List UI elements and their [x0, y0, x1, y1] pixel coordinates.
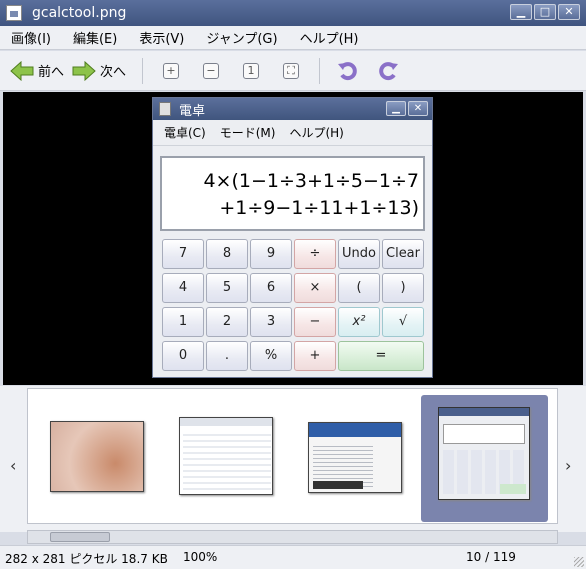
calculator-icon [159, 102, 171, 116]
scrollbar-thumb[interactable] [50, 532, 110, 542]
rotate-right-button[interactable] [377, 60, 399, 82]
prev-button[interactable]: 前へ [10, 60, 65, 81]
minimize-button[interactable]: ▁ [510, 4, 532, 20]
maximize-button[interactable]: □ [534, 4, 556, 20]
thumbnail-strip: ‹ › [0, 386, 586, 544]
key-equals: = [338, 341, 424, 371]
image-position: 10 / 119 [466, 550, 516, 564]
close-button[interactable]: ✕ [558, 4, 580, 20]
key-add: + [294, 341, 336, 371]
calculator-display: 4×(1−1÷3+1÷5−1÷7 +1÷9−1÷11+1÷13) [160, 156, 425, 231]
thumbnail-desktop[interactable] [50, 421, 144, 492]
key-9: 9 [250, 239, 292, 269]
menu-edit[interactable]: 編集(E) [62, 28, 128, 47]
zoom-level: 100% [183, 550, 218, 564]
menu-help[interactable]: ヘルプ(H) [289, 28, 370, 47]
key-square: x² [338, 307, 380, 337]
key-8: 8 [206, 239, 248, 269]
display-line-1: 4×(1−1÷3+1÷5−1÷7 [203, 170, 419, 192]
prev-label: 前へ [38, 65, 65, 80]
key-sqrt: √ [382, 307, 424, 337]
menu-go[interactable]: ジャンプ(G) [195, 28, 288, 47]
zoom-in-button[interactable]: + [160, 60, 182, 82]
zoom-in-icon: + [163, 62, 180, 79]
key-0: 0 [162, 341, 204, 371]
menu-view[interactable]: 表示(V) [128, 28, 195, 47]
rotate-right-icon [379, 61, 399, 80]
image-info: 282 x 281 ピクセル 18.7 KB [5, 552, 168, 566]
zoom-normal-button[interactable]: 1 [240, 60, 262, 82]
toolbar-separator [142, 57, 144, 84]
arrow-right-icon [72, 60, 96, 81]
menu-image[interactable]: 画像(I) [0, 28, 62, 47]
calculator-titlebar: 電卓 ▁ ✕ [153, 98, 432, 120]
key-clear: Clear [382, 239, 424, 269]
image-file-icon [6, 5, 22, 21]
key-3: 3 [250, 307, 292, 337]
key-multiply: × [294, 273, 336, 303]
calculator-close-button: ✕ [408, 101, 428, 116]
calculator-minimize-button: ▁ [386, 101, 406, 116]
zoom-fit-button[interactable]: ⛶ [280, 60, 302, 82]
key-5: 5 [206, 273, 248, 303]
zoom-out-button[interactable]: − [200, 60, 222, 82]
key-undo: Undo [338, 239, 380, 269]
calculator-menu-calc: 電卓(C) [164, 126, 206, 140]
calculator-title: 電卓 [179, 103, 206, 119]
window-title: gcalctool.png [32, 5, 127, 21]
thumbnail-file-manager[interactable] [179, 417, 273, 495]
key-left-paren: ( [338, 273, 380, 303]
key-6: 6 [250, 273, 292, 303]
key-2: 2 [206, 307, 248, 337]
toolbar: 前へ 次へ + − 1 ⛶ [0, 51, 586, 91]
key-percent: % [250, 341, 292, 371]
toolbar-separator [319, 57, 321, 84]
calculator-keypad: 7 8 9 ÷ Undo Clear 4 5 6 × ( ) 1 2 3 − x… [162, 239, 426, 371]
calculator-menu-help: ヘルプ(H) [289, 126, 344, 140]
menu-bar: 画像(I) 編集(E) 表示(V) ジャンプ(G) ヘルプ(H) [0, 26, 586, 50]
resize-grip[interactable] [574, 557, 584, 567]
zoom-out-icon: − [203, 62, 220, 79]
calculator-menu-mode: モード(M) [219, 126, 276, 140]
zoom-fit-icon: ⛶ [283, 62, 300, 79]
key-subtract: − [294, 307, 336, 337]
calculator-menu-bar: 電卓(C) モード(M) ヘルプ(H) [153, 120, 432, 146]
key-right-paren: ) [382, 273, 424, 303]
rotate-left-icon [338, 61, 357, 80]
key-divide: ÷ [294, 239, 336, 269]
window-titlebar: gcalctool.png ▁ □ ✕ [0, 0, 586, 26]
chevron-left-icon[interactable]: ‹ [10, 456, 16, 475]
key-7: 7 [162, 239, 204, 269]
status-bar: 282 x 281 ピクセル 18.7 KB 100% 10 / 119 [0, 545, 586, 569]
thumbnail-calculator[interactable] [438, 407, 530, 500]
key-decimal: . [206, 341, 248, 371]
arrow-left-icon [10, 60, 34, 81]
rotate-left-button[interactable] [337, 60, 359, 82]
zoom-normal-icon: 1 [243, 62, 260, 79]
key-1: 1 [162, 307, 204, 337]
thumbnail-web-page[interactable] [308, 422, 402, 493]
next-button[interactable]: 次へ [72, 60, 127, 81]
thumbnail-scrollbar[interactable] [27, 530, 558, 544]
next-label: 次へ [100, 65, 127, 80]
thumbnail-area [27, 388, 558, 524]
chevron-right-icon[interactable]: › [565, 456, 571, 475]
key-4: 4 [162, 273, 204, 303]
calculator-window: 電卓 ▁ ✕ 電卓(C) モード(M) ヘルプ(H) 4×(1−1÷3+1÷5−… [152, 97, 433, 378]
display-line-2: +1÷9−1÷11+1÷13) [219, 197, 419, 219]
